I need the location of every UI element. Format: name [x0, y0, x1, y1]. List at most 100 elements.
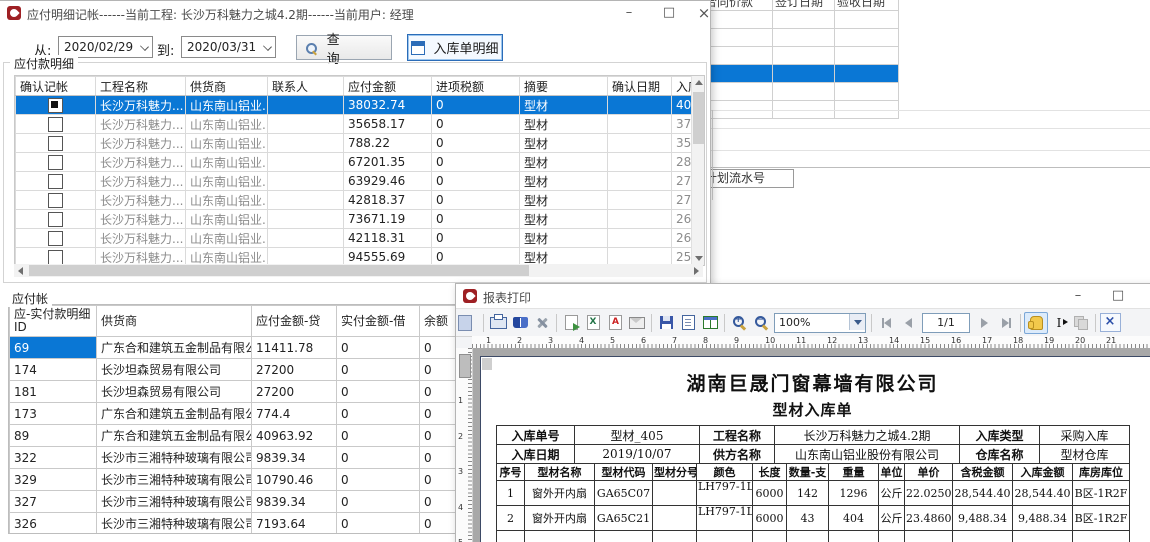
zoom-in-icon: +	[732, 315, 747, 330]
confirm-checkbox[interactable]	[48, 117, 63, 132]
ruler-number: 12	[827, 336, 837, 345]
table-row[interactable]: 长沙万科魅力...山东南山铝业... 788.220型材 358	[16, 134, 692, 153]
separator	[651, 314, 652, 332]
table-row[interactable]: 长沙万科魅力...山东南山铝业... 35658.170型材 376	[16, 115, 692, 134]
table-row[interactable]	[691, 11, 899, 29]
table-row[interactable]: 长沙万科魅力...山东南山铝业... 63929.460型材 276	[16, 172, 692, 191]
print-preview-area[interactable]: 12345 湖南巨晟门窗幕墙有限公司 型材入库单 入库单号型材_405工程名称长…	[456, 348, 1150, 542]
options-button[interactable]	[531, 313, 553, 333]
chevron-down-icon	[140, 42, 149, 51]
close-button[interactable]	[690, 3, 718, 23]
close-button[interactable]	[1142, 286, 1150, 306]
scroll-thumb[interactable]	[693, 92, 704, 144]
export-pdf-button[interactable]	[604, 313, 626, 333]
ruler-number: 5	[610, 336, 615, 345]
book-icon	[513, 317, 528, 328]
table-row[interactable]: 长沙万科魅力...山东南山铝业... 73671.190型材 266	[16, 210, 692, 229]
export-button[interactable]	[560, 313, 582, 333]
confirm-checkbox[interactable]	[48, 98, 63, 113]
ruler-number: 2	[458, 432, 463, 441]
confirm-checkbox[interactable]	[48, 136, 63, 151]
save-button[interactable]	[655, 313, 677, 333]
ruler-number: 2	[517, 336, 522, 345]
ruler-number: 5	[458, 538, 463, 542]
horizontal-scrollbar[interactable]	[14, 264, 703, 277]
report-info-row: 入库单号型材_405工程名称长沙万科魅力之城4.2期入库类型采购入库	[497, 426, 1130, 445]
inbound-detail-button-label: 入库单明细	[433, 38, 498, 57]
text-select-tool-button[interactable]: I	[1048, 313, 1070, 333]
minimize-button[interactable]	[615, 3, 643, 23]
next-page-button[interactable]	[973, 313, 995, 333]
inbound-form-icon	[411, 41, 425, 55]
zoom-select[interactable]: 100%	[774, 313, 866, 333]
copy-button[interactable]	[1070, 313, 1092, 333]
ibeam-icon: I	[1057, 316, 1062, 330]
ruler-number: 7	[672, 336, 677, 345]
confirm-checkbox[interactable]	[48, 231, 63, 246]
maximize-button[interactable]	[655, 3, 683, 23]
scroll-left-arrow[interactable]	[18, 267, 23, 275]
window-title: 报表打印	[483, 289, 531, 306]
zoom-in-button[interactable]: +	[728, 313, 750, 333]
separator	[1020, 314, 1021, 332]
titlebar[interactable]: 报表打印	[456, 284, 1150, 308]
confirm-checkbox[interactable]	[48, 155, 63, 170]
print-icon	[490, 317, 507, 329]
scroll-thumb[interactable]	[29, 265, 529, 276]
query-button-label: 查 询	[327, 29, 391, 67]
divider	[700, 150, 1150, 151]
prev-page-button[interactable]	[897, 313, 919, 333]
confirm-checkbox[interactable]	[48, 193, 63, 208]
table-row[interactable]	[691, 29, 899, 47]
hand-tool-button[interactable]	[1024, 312, 1048, 334]
last-page-icon	[1002, 318, 1009, 328]
confirm-checkbox[interactable]	[48, 212, 63, 227]
table-row[interactable]: 长沙万科魅力...山东南山铝业... 38032.740型材 405	[16, 96, 692, 115]
scroll-right-arrow[interactable]	[694, 267, 699, 275]
confirm-checkbox[interactable]	[48, 250, 63, 265]
panel-border	[712, 110, 713, 200]
ruler-number: 14	[889, 336, 899, 345]
scroll-thumb[interactable]	[459, 354, 471, 378]
vertical-scrollbar[interactable]	[691, 76, 705, 265]
print-button[interactable]	[487, 313, 509, 333]
query-button[interactable]: 查 询	[296, 35, 392, 60]
table-row[interactable]	[691, 83, 899, 101]
table-view-button[interactable]	[699, 313, 721, 333]
report-detail-header: 序号型材名称型材代码型材分号颜色长度数量-支重量单位单价含税金额入库金额库房库位	[497, 464, 1130, 481]
table-row[interactable]	[691, 47, 899, 65]
close-preview-button[interactable]	[1099, 313, 1121, 333]
ruler-number: 3	[458, 467, 463, 476]
send-mail-button[interactable]	[626, 313, 648, 333]
page-setup-button[interactable]	[509, 313, 531, 333]
scroll-down-arrow[interactable]	[695, 256, 703, 261]
last-page-button[interactable]	[995, 313, 1017, 333]
to-date-select[interactable]: 2020/03/31	[181, 36, 276, 58]
table-row[interactable]	[691, 65, 899, 83]
confirm-checkbox[interactable]	[48, 174, 63, 189]
ruler-number: 11	[796, 336, 806, 345]
table-row[interactable]: 长沙万科魅力...山东南山铝业... 42818.370型材 275	[16, 191, 692, 210]
page-number-box[interactable]: 1/1	[922, 313, 970, 333]
chevron-down-icon	[849, 314, 865, 330]
serial-number-field[interactable]: 计划流水号	[700, 169, 794, 188]
maximize-button[interactable]	[1104, 286, 1132, 306]
first-page-button[interactable]	[875, 313, 897, 333]
table-row[interactable]: 长沙万科魅力...山东南山铝业... 67201.350型材 283	[16, 153, 692, 172]
table-row[interactable]: 长沙万科魅力...山东南山铝业... 42118.310型材 265	[16, 229, 692, 248]
ruler-number: 15	[920, 336, 930, 345]
minimize-button[interactable]	[1064, 286, 1092, 306]
report-info-table: 入库单号型材_405工程名称长沙万科魅力之城4.2期入库类型采购入库入库日期20…	[496, 425, 1130, 464]
ruler-number: 1	[486, 336, 491, 345]
payable-detail-table: 确认记帐工程名称供货商联系人应付金额进项税额摘要确认日期入库 长沙万科魅力...…	[15, 76, 692, 266]
export-excel-button[interactable]	[582, 313, 604, 333]
scroll-up-arrow[interactable]	[695, 80, 703, 85]
inbound-detail-button[interactable]: 入库单明细	[407, 34, 503, 61]
page-view-button[interactable]	[677, 313, 699, 333]
table-icon	[703, 316, 718, 329]
mail-icon	[629, 317, 645, 329]
titlebar[interactable]: 应付明细记帐------当前工程: 长沙万科魅力之城4.2期------当前用户…	[0, 1, 710, 25]
zoom-out-button[interactable]: −	[750, 313, 772, 333]
payable-detail-grid-wrap: 确认记帐工程名称供货商联系人应付金额进项税额摘要确认日期入库 长沙万科魅力...…	[14, 75, 705, 266]
pdf-icon	[609, 315, 622, 330]
